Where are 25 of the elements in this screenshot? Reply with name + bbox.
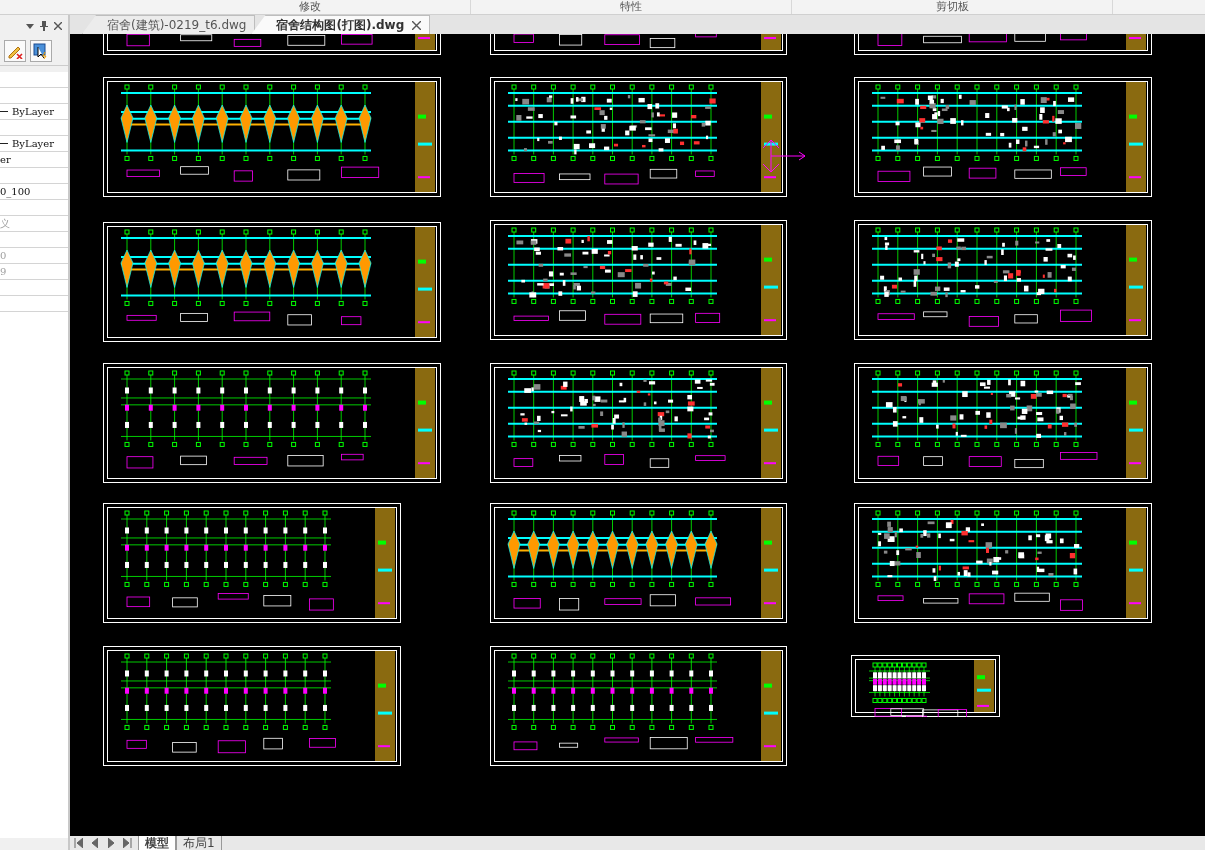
- file-tab[interactable]: 宿舍结构图(打图).dwg: [251, 15, 431, 34]
- ribbon-panel-label: 特性: [471, 0, 792, 14]
- nav-arrow-icon[interactable]: [122, 838, 132, 848]
- property-value: ByLayer: [12, 138, 54, 149]
- nav-arrow-icon[interactable]: [74, 838, 84, 848]
- pencil-x-button[interactable]: [4, 40, 26, 62]
- linetype-swatch: [0, 143, 8, 144]
- drawing-canvas[interactable]: [70, 34, 1205, 836]
- property-value: 义: [0, 216, 10, 231]
- pin-icon[interactable]: [40, 21, 48, 31]
- property-value: ByLayer: [12, 106, 54, 117]
- linetype-swatch: [0, 111, 8, 112]
- property-value: er: [0, 154, 11, 165]
- property-value: 0_100: [0, 186, 31, 197]
- close-icon[interactable]: [54, 22, 62, 30]
- ribbon-panel-label: 修改: [150, 0, 471, 14]
- select-objects-button[interactable]: [30, 40, 52, 62]
- layout-tab[interactable]: 布局1: [176, 836, 222, 850]
- property-value: 0: [0, 250, 7, 261]
- file-tab[interactable]: 宿舍(建筑)-0219_t6.dwg: [82, 15, 256, 34]
- ribbon-panel-label: 剪切板: [792, 0, 1113, 14]
- property-value: 9: [0, 266, 7, 277]
- layout-tab[interactable]: 模型: [138, 836, 176, 850]
- close-tab-icon[interactable]: [412, 20, 422, 30]
- dropdown-icon[interactable]: [26, 23, 34, 29]
